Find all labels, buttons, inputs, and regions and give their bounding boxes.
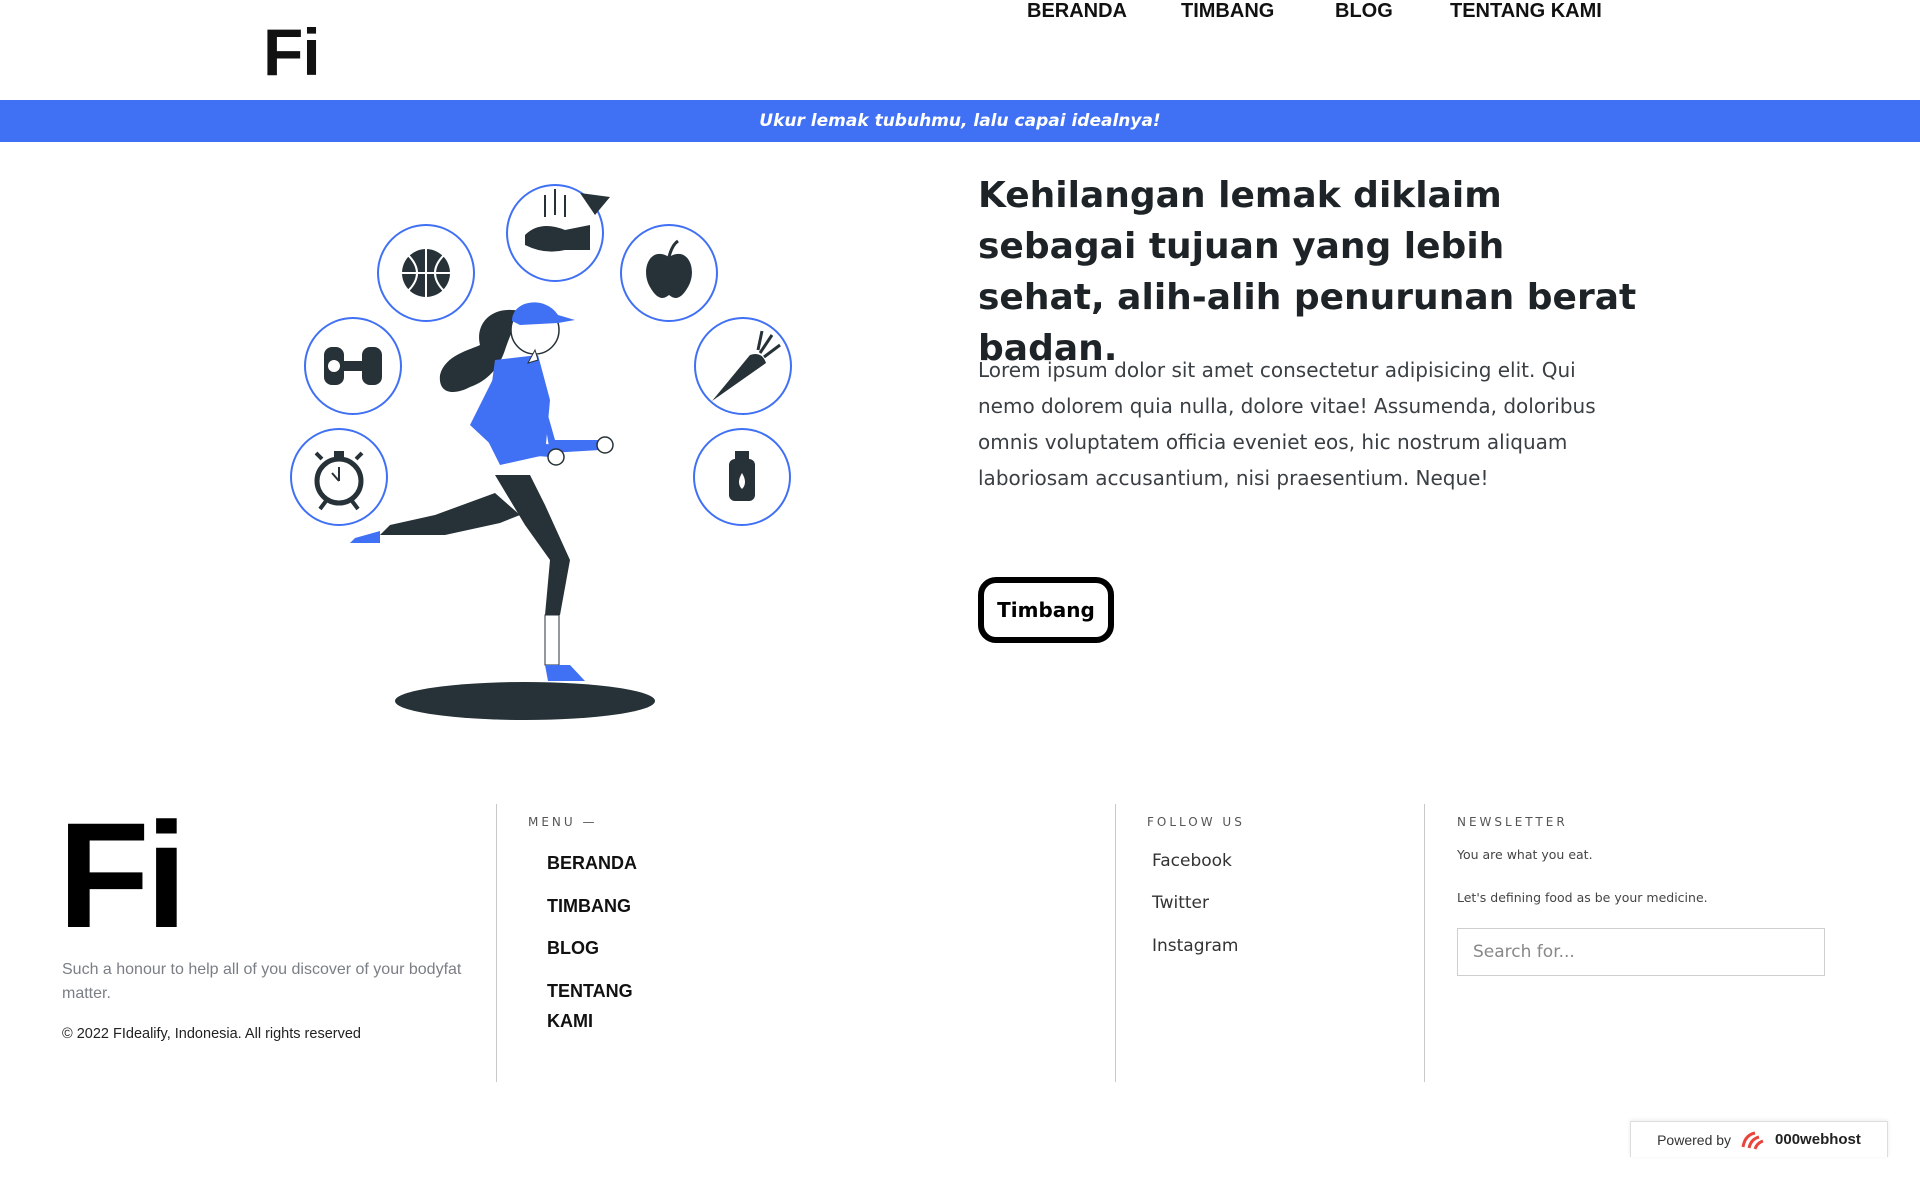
hero-title: Kehilangan lemak diklaim sebagai tujuan … [978, 175, 1637, 369]
water-bottle-icon [693, 428, 791, 526]
ground-shadow [395, 682, 655, 720]
footer-menu-tentang-kami[interactable]: TENTANG KAMI [547, 976, 667, 1036]
footer-newsletter-heading: NEWSLETTER [1457, 815, 1568, 829]
instagram-link[interactable]: Instagram [1152, 936, 1239, 956]
nav-timbang[interactable]: TIMBANG [1181, 0, 1274, 23]
footer-divider [1115, 804, 1116, 1082]
footer-menu-timbang[interactable]: TIMBANG [547, 891, 667, 921]
carrot-icon [694, 317, 792, 415]
handwash-icon [506, 184, 610, 282]
newsletter-line-1: You are what you eat. [1457, 847, 1593, 862]
alarm-clock-icon [290, 428, 388, 526]
hero-description: Lorem ipsum dolor sit amet consectetur a… [978, 358, 1596, 490]
webhost-logo-icon [1741, 1131, 1764, 1150]
footer-menu-heading: MENU — [528, 815, 598, 829]
footer-divider [496, 804, 497, 1082]
site-header: Fi BERANDA TIMBANG BLOG TENTANG KAMI [0, 0, 1920, 100]
footer-copyright: © 2022 FIdealify, Indonesia. All rights … [62, 1026, 361, 1042]
twitter-link[interactable]: Twitter [1152, 893, 1209, 913]
footer-divider [1424, 804, 1425, 1082]
site-logo[interactable]: Fi [263, 14, 321, 90]
promo-banner: Ukur lemak tubuhmu, lalu capai idealnya! [0, 100, 1920, 142]
footer-logo: Fi [58, 791, 187, 959]
runner-illustration [290, 184, 792, 720]
nav-blog[interactable]: BLOG [1335, 0, 1393, 23]
footer-tagline: Such a honour to help all of you discove… [62, 961, 462, 1002]
apple-icon [620, 224, 718, 322]
nav-beranda[interactable]: BERANDA [1027, 0, 1127, 23]
powered-by-label: Powered by [1657, 1131, 1732, 1148]
powered-by-badge[interactable]: Powered by 000webhost [1630, 1121, 1888, 1157]
powered-by-brand: 000webhost [1775, 1131, 1861, 1148]
footer-follow-heading: FOLLOW US [1147, 815, 1245, 829]
footer-menu-beranda[interactable]: BERANDA [547, 848, 667, 878]
nav-tentang-kami[interactable]: TENTANG KAMI [1450, 0, 1602, 23]
timbang-button[interactable]: Timbang [978, 577, 1114, 643]
facebook-link[interactable]: Facebook [1152, 851, 1232, 871]
footer-menu-blog[interactable]: BLOG [547, 933, 667, 963]
newsletter-search-input[interactable] [1457, 928, 1825, 976]
dumbbell-icon [304, 317, 402, 415]
basketball-icon [377, 224, 475, 322]
newsletter-line-2: Let's defining food as be your medicine. [1457, 890, 1708, 905]
